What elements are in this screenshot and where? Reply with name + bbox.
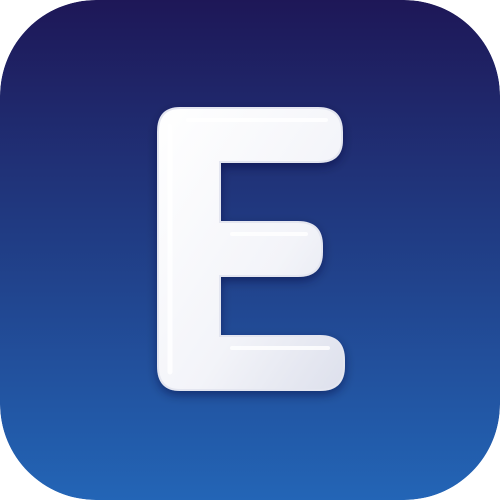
app-icon-graphic	[0, 0, 500, 500]
app-icon	[0, 0, 500, 500]
letter-e-glyph	[157, 107, 345, 391]
